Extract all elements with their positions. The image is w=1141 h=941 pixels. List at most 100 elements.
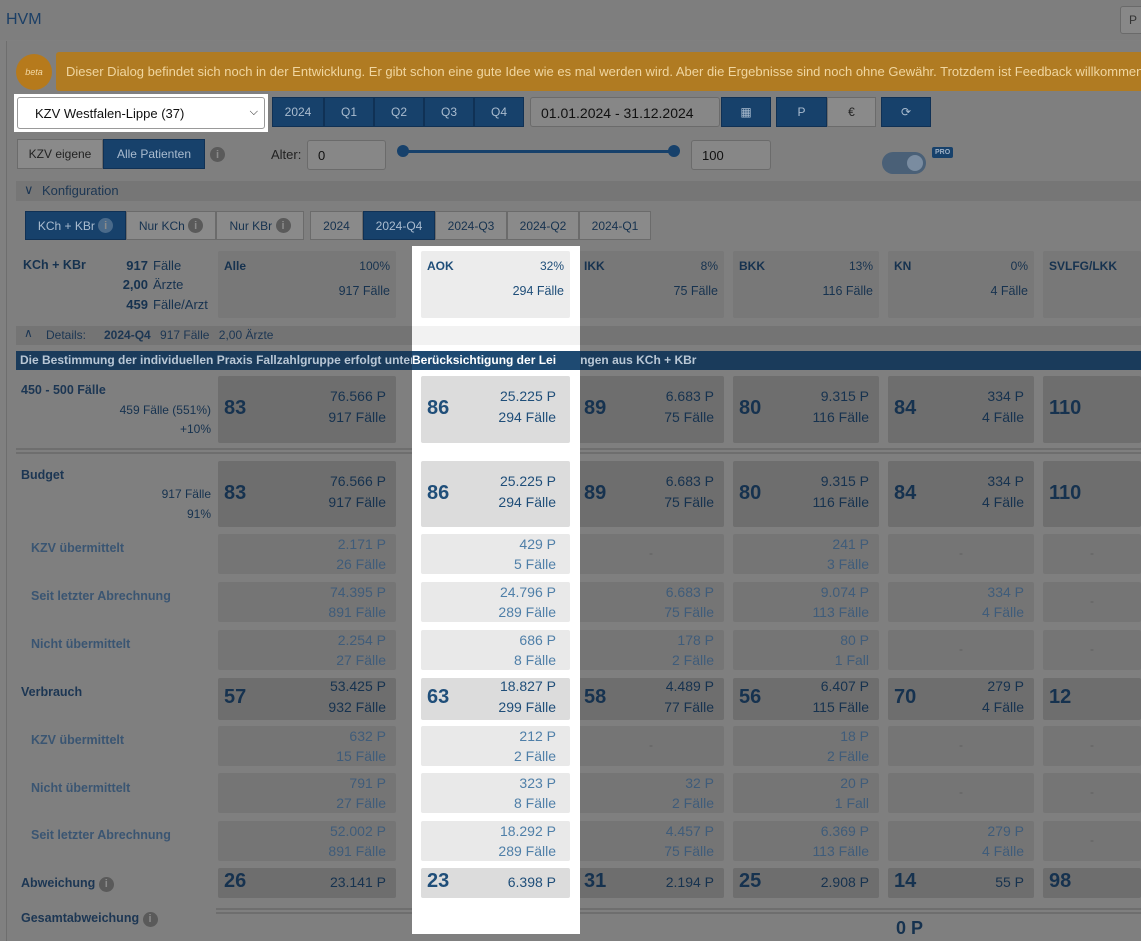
period-q1[interactable]: Q1: [324, 97, 374, 127]
verbrauch-row-label: Seit letzter Abrechnung: [31, 828, 171, 842]
verbrauch-subcell: 632 P 15 Fälle: [218, 726, 396, 766]
app-header: HVM P: [0, 0, 1141, 40]
cell-index-value: 26: [224, 870, 247, 892]
empty-dash: -: [959, 738, 963, 752]
age-slider-track[interactable]: [401, 150, 676, 153]
period-q3[interactable]: Q3: [424, 97, 474, 127]
verbrauch-subcell: 18 P 2 Fälle: [733, 726, 879, 766]
cell-punkte: 76.566 P: [329, 388, 386, 404]
cell-punkte: 2.171 P: [337, 536, 386, 552]
kzv-select[interactable]: KZV Westfalen-Lippe (37) ⌵: [14, 94, 268, 132]
cell-punkte: 6.398 P: [507, 874, 556, 890]
alle-patienten-button[interactable]: Alle Patienten: [103, 139, 205, 169]
tab-nur-kch[interactable]: Nur KCh i: [126, 211, 216, 240]
cell-punkte: 6.683 P: [665, 584, 714, 600]
kasse-card-kn[interactable]: KN 0% 4 Fälle: [888, 251, 1034, 318]
tab-2024-q3[interactable]: 2024-Q3: [435, 211, 507, 240]
tab-kch-kbr[interactable]: KCh + KBr i: [25, 211, 126, 240]
cell-punkte: 76.566 P: [329, 473, 386, 489]
cell-faelle: 917 Fälle: [328, 494, 386, 510]
cell-faelle: 289 Fälle: [498, 604, 556, 620]
cell-index-value: 80: [739, 482, 762, 504]
kasse-faelle: 75 Fälle: [673, 284, 718, 298]
refresh-button[interactable]: ⟳: [881, 97, 931, 127]
cell-punkte: 686 P: [519, 632, 556, 648]
budget-subcell: 334 P 4 Fälle: [888, 582, 1034, 622]
age-slider-min-handle[interactable]: [397, 145, 409, 157]
cell-punkte: 4.489 P: [665, 678, 714, 694]
cell-index-value: 70: [894, 686, 917, 708]
cell-index-value: 86: [427, 482, 450, 504]
budget-row-label: KZV übermittelt: [31, 541, 125, 555]
age-slider-max-handle[interactable]: [668, 145, 680, 157]
abweichung-title: Abweichung i: [21, 876, 114, 892]
tab-nur-kbr[interactable]: Nur KBr i: [216, 211, 304, 240]
kasse-name: SVLFG/LKK: [1049, 259, 1117, 273]
verbrauch-subcell: 20 P 1 Fall: [733, 773, 879, 813]
pro-toggle[interactable]: [882, 152, 926, 174]
kzv-eigene-button[interactable]: KZV eigene: [17, 139, 103, 169]
budget-sub2: 91%: [186, 507, 211, 521]
cell-faelle: 75 Fälle: [664, 604, 714, 620]
details-band: [412, 326, 580, 345]
cell-faelle: 5 Fälle: [513, 556, 556, 572]
cell-punkte: 334 P: [987, 584, 1024, 600]
summary-aerzte: 2,00: [122, 277, 148, 292]
divider: [216, 908, 1141, 910]
kasse-card-svlfg[interactable]: SVLFG/LKK: [1043, 251, 1141, 318]
age-min-input[interactable]: 0: [307, 140, 386, 170]
cell-faelle: 917 Fälle: [328, 409, 386, 425]
period-q2[interactable]: Q2: [374, 97, 424, 127]
kasse-name: KN: [894, 259, 912, 273]
cell-index-value: 56: [739, 686, 762, 708]
kasse-name: Alle: [224, 259, 247, 273]
tab-label: Nur KCh: [138, 218, 185, 233]
config-section-header[interactable]: ∨ Konfiguration: [16, 181, 1141, 201]
period-2024[interactable]: 2024: [272, 97, 324, 127]
cell-index-value: 110: [1049, 482, 1082, 504]
details-quarter: 2024-Q4: [104, 328, 151, 342]
tab-2024-q1[interactable]: 2024-Q1: [579, 211, 651, 240]
age-max-input[interactable]: 100: [691, 140, 771, 170]
period-q4[interactable]: Q4: [474, 97, 524, 127]
date-range-input[interactable]: 01.01.2024 - 31.12.2024: [530, 97, 720, 127]
kasse-card-aok[interactable]: AOK 32% 294 Fälle: [421, 251, 570, 318]
cell-punkte: 279 P: [987, 678, 1024, 694]
unit-eur-button[interactable]: €: [827, 97, 876, 127]
kasse-card-bkk[interactable]: BKK 13% 116 Fälle: [733, 251, 879, 318]
group-cell: 83 76.566 P 917 Fälle: [218, 376, 396, 443]
cell-punkte: 334 P: [987, 473, 1024, 489]
unit-toggle: P €: [776, 97, 876, 127]
cell-punkte: 18 P: [840, 728, 869, 744]
budget-subcell: -: [1043, 534, 1141, 574]
gesamt-label: Gesamtabweichung: [21, 911, 140, 925]
budget-subcell: -: [1043, 582, 1141, 622]
profile-button[interactable]: P: [1120, 6, 1141, 34]
cell-faelle: 891 Fälle: [328, 843, 386, 859]
info-icon: i: [275, 218, 291, 233]
budget-cell: 84 334 P 4 Fälle: [888, 461, 1034, 527]
abweichung-cell: 14 55 P: [888, 868, 1034, 898]
info-icon[interactable]: i: [142, 911, 158, 927]
info-icon[interactable]: i: [98, 876, 114, 892]
cell-punkte: 334 P: [987, 388, 1024, 404]
gesamt-value: 0 P: [896, 918, 924, 938]
budget-subcell: 2.171 P 26 Fälle: [218, 534, 396, 574]
kasse-card-alle[interactable]: Alle 100% 917 Fälle: [218, 251, 396, 318]
unit-p-button[interactable]: P: [776, 97, 827, 127]
calendar-button[interactable]: ▦: [721, 97, 771, 127]
empty-dash: -: [649, 738, 653, 752]
cell-punkte: 6.369 P: [820, 823, 869, 839]
tab-2024[interactable]: 2024: [310, 211, 363, 240]
tab-2024-q2[interactable]: 2024-Q2: [507, 211, 579, 240]
cell-punkte: 20 P: [840, 775, 869, 791]
kasse-card-ikk[interactable]: IKK 8% 75 Fälle: [578, 251, 724, 318]
budget-row-label: Nicht übermittelt: [31, 637, 131, 651]
tab-2024-q4[interactable]: 2024-Q4: [363, 211, 435, 240]
verbrauch-cell: 56 6.407 P 115 Fälle: [733, 678, 879, 720]
verbrauch-row-label: KZV übermittelt: [31, 733, 125, 747]
info-icon[interactable]: i: [210, 147, 225, 162]
budget-subcell: 241 P 3 Fälle: [733, 534, 879, 574]
cell-faelle: 15 Fälle: [336, 748, 386, 764]
budget-row-label: Seit letzter Abrechnung: [31, 589, 171, 603]
